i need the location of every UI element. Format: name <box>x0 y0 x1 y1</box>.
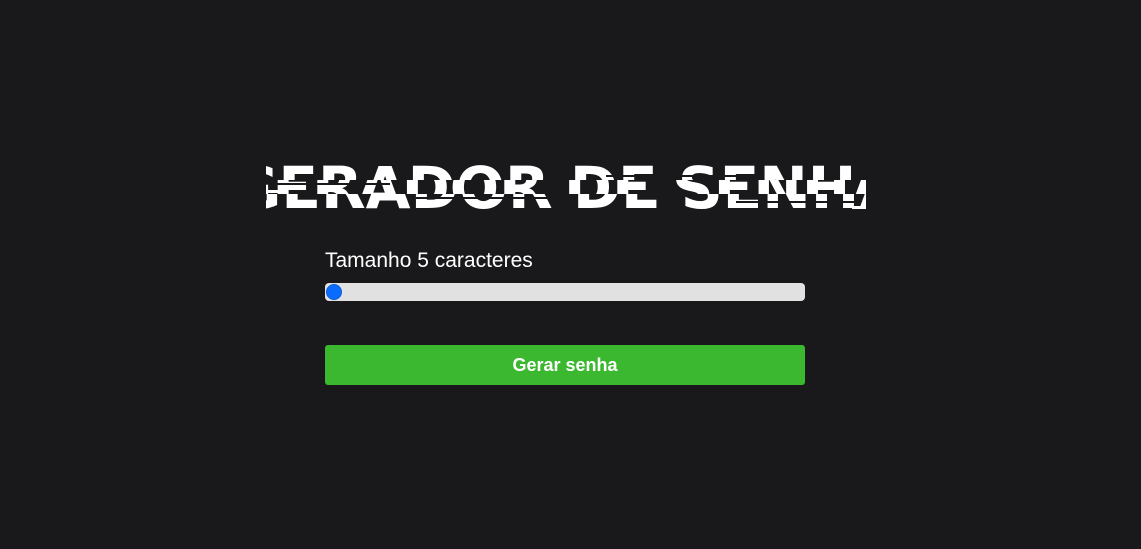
password-length-slider[interactable] <box>325 283 805 301</box>
slider-thumb[interactable] <box>326 284 342 300</box>
page-title: GERADOR DE SENHA GERADOR DE SENHA GERADO… <box>266 156 866 218</box>
password-size-label: Tamanho 5 caracteres <box>325 249 533 272</box>
generate-password-button[interactable]: Gerar senha <box>325 345 805 385</box>
